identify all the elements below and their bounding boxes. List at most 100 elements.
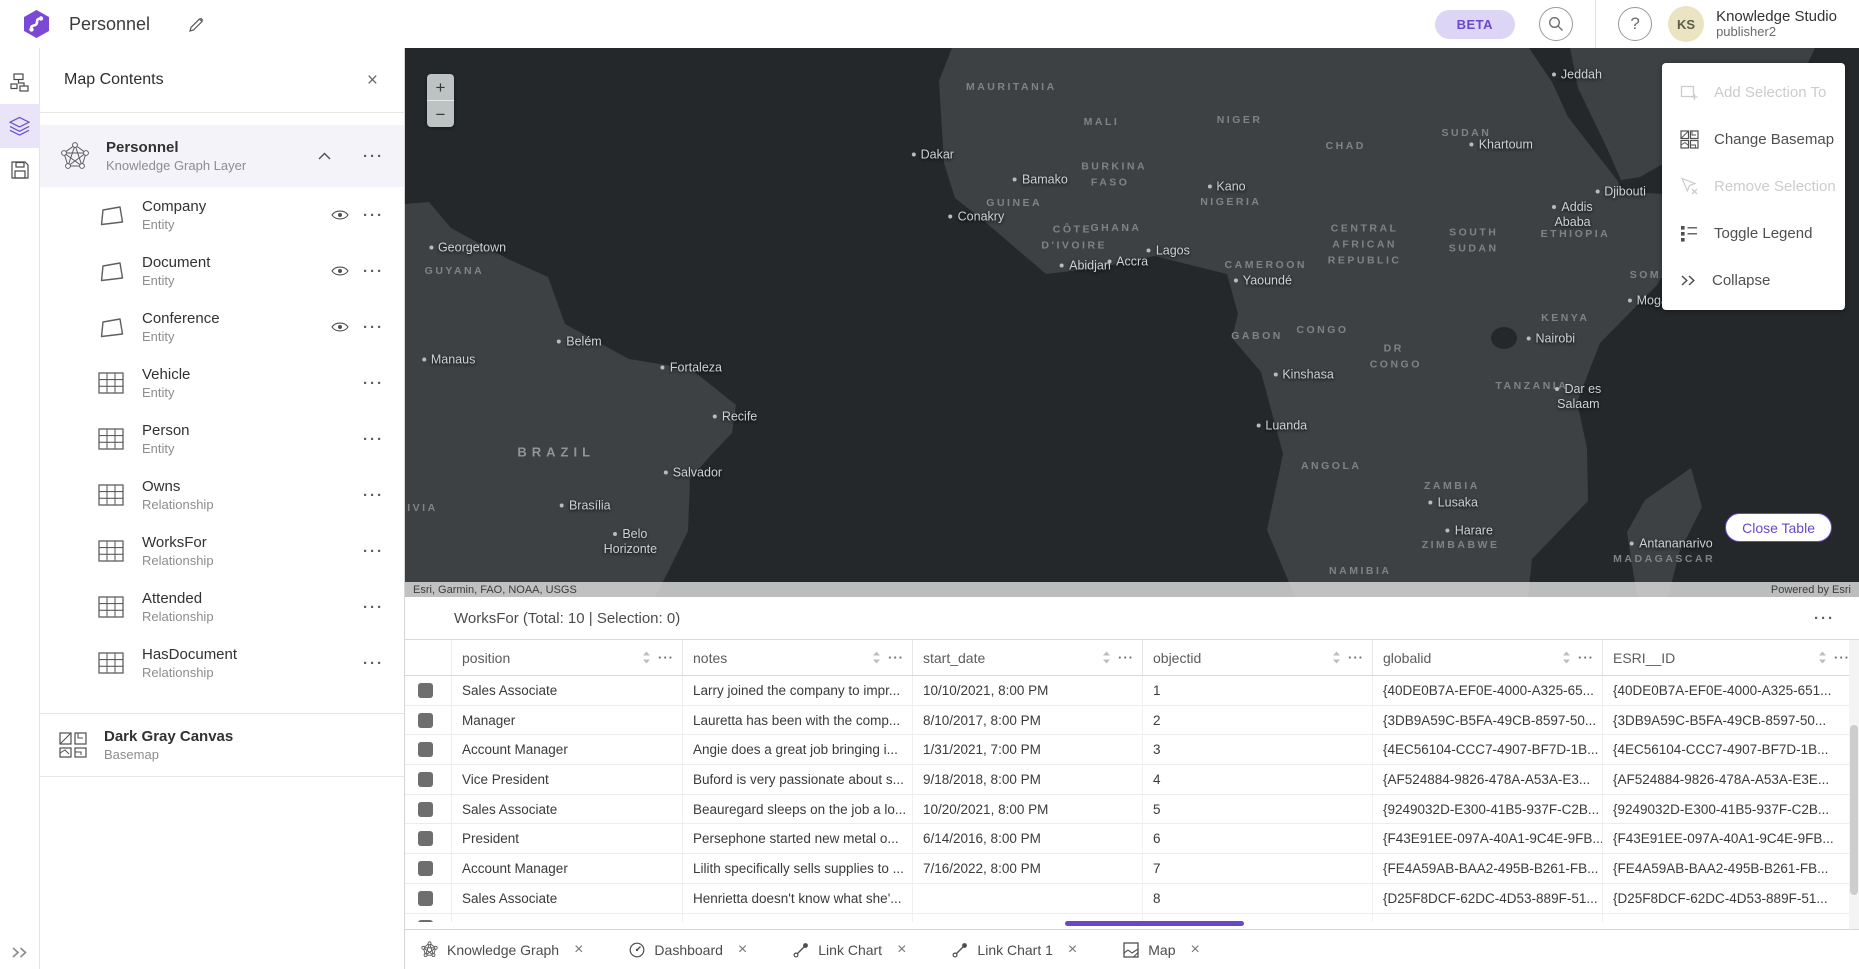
column-header[interactable]: objectid ··· [1143, 640, 1373, 675]
map-view[interactable]: MAURITANIAMALINIGERCHADSUDANBURKINA FASO… [405, 48, 1859, 597]
layer-list-item[interactable]: HasDocument Relationship ··· [40, 635, 404, 691]
layer-options-button[interactable]: ··· [357, 146, 390, 167]
row-checkbox[interactable] [418, 772, 433, 787]
ellipsis-icon: ··· [363, 375, 384, 392]
row-checkbox[interactable] [418, 683, 433, 698]
cell-position: Account Manager [452, 735, 683, 764]
column-options-button[interactable]: ··· [656, 650, 676, 665]
row-checkbox[interactable] [418, 742, 433, 757]
sort-icon[interactable] [1562, 651, 1571, 664]
layer-list-item[interactable]: Conference Entity ··· [40, 299, 404, 355]
column-options-button[interactable]: ··· [886, 650, 906, 665]
edit-title-button[interactable] [186, 14, 207, 35]
layer-list-item[interactable]: Vehicle Entity ··· [40, 355, 404, 411]
view-tab[interactable]: Link Chart × [793, 941, 912, 959]
column-options-button[interactable]: ··· [1116, 650, 1136, 665]
vertical-scrollbar-thumb[interactable] [1850, 725, 1858, 895]
menu-item: Add Selection To [1662, 69, 1845, 116]
cell-globalid: {D25F8DCF-62DC-4D53-889F-51... [1373, 884, 1603, 913]
close-panel-button[interactable]: × [361, 70, 384, 91]
table-vertical-scrollbar[interactable] [1849, 640, 1859, 929]
search-button[interactable] [1539, 7, 1573, 41]
view-tab[interactable]: Dashboard × [629, 941, 753, 959]
toggle-visibility-button[interactable] [323, 265, 357, 277]
view-tab[interactable]: Knowledge Graph × [421, 941, 589, 959]
close-tab-button[interactable]: × [891, 941, 912, 959]
layer-list-item[interactable]: Attended Relationship ··· [40, 579, 404, 635]
close-tab-button[interactable]: × [732, 941, 753, 959]
layer-item-options-button[interactable]: ··· [357, 541, 390, 562]
layer-subtitle: Knowledge Graph Layer [106, 158, 318, 173]
close-tab-button[interactable]: × [1062, 941, 1083, 959]
cell-position: Marketing [452, 914, 683, 922]
close-tab-button[interactable]: × [1184, 941, 1205, 959]
column-header[interactable]: start_date ··· [913, 640, 1143, 675]
view-tab[interactable]: Link Chart 1 × [952, 941, 1083, 959]
column-header[interactable]: notes ··· [683, 640, 913, 675]
row-checkbox[interactable] [418, 802, 433, 817]
close-table-button[interactable]: Close Table [1725, 513, 1832, 542]
layer-list-item[interactable]: Company Entity ··· [40, 187, 404, 243]
map-city-label: Harare [1446, 524, 1493, 539]
sort-icon[interactable] [1332, 651, 1341, 664]
layer-item-options-button[interactable]: ··· [357, 205, 390, 226]
collapse-layer-button[interactable] [318, 152, 331, 160]
menu-item[interactable]: Change Basemap [1662, 116, 1845, 163]
row-checkbox[interactable] [418, 831, 433, 846]
knowledge-graph-layer-row[interactable]: Personnel Knowledge Graph Layer ··· [40, 125, 404, 187]
rail-item-save[interactable] [0, 148, 40, 192]
close-tab-button[interactable]: × [568, 941, 589, 959]
column-header[interactable]: position ··· [452, 640, 683, 675]
toggle-visibility-button[interactable] [323, 209, 357, 221]
layer-item-options-button[interactable]: ··· [357, 485, 390, 506]
column-header[interactable]: globalid ··· [1373, 640, 1603, 675]
map-city-label: Fortaleza [661, 360, 722, 375]
toggle-visibility-button[interactable] [323, 321, 357, 333]
city-dot-marker [1107, 260, 1111, 264]
row-checkbox[interactable] [418, 861, 433, 876]
layers-icon [9, 116, 30, 136]
zoom-out-button[interactable]: − [427, 101, 454, 127]
column-options-button[interactable]: ··· [1576, 650, 1596, 665]
column-header[interactable]: ESRI__ID ··· [1603, 640, 1859, 675]
row-checkbox[interactable] [418, 891, 433, 906]
ellipsis-icon: ··· [363, 263, 384, 280]
layer-item-options-button[interactable]: ··· [357, 429, 390, 450]
cell-esri-id: {FE4A59AB-BAA2-495B-B261-FB... [1603, 854, 1859, 883]
layer-item-options-button[interactable]: ··· [357, 653, 390, 674]
map-city-label: Jeddah [1552, 67, 1602, 82]
layer-item-options-button[interactable]: ··· [357, 373, 390, 394]
menu-item[interactable]: Toggle Legend [1662, 210, 1845, 257]
rail-item-layers[interactable] [0, 104, 40, 148]
rail-item-data-model[interactable] [0, 60, 40, 104]
search-icon [1548, 16, 1564, 32]
layer-list-item[interactable]: Owns Relationship ··· [40, 467, 404, 523]
zoom-in-button[interactable]: + [427, 74, 454, 100]
layer-item-options-button[interactable]: ··· [357, 597, 390, 618]
menu-item-label: Collapse [1712, 272, 1770, 289]
avatar[interactable]: KS [1668, 6, 1704, 42]
column-options-button[interactable]: ··· [1346, 650, 1366, 665]
expand-panel-button[interactable] [11, 946, 29, 959]
sort-icon[interactable] [872, 651, 881, 664]
sort-icon[interactable] [1102, 651, 1111, 664]
layer-item-options-button[interactable]: ··· [357, 317, 390, 338]
layer-list-item[interactable]: WorksFor Relationship ··· [40, 523, 404, 579]
table-row: President Persephone started new metal o… [405, 824, 1859, 854]
city-dot-marker [1446, 529, 1450, 533]
table-options-button[interactable]: ··· [1808, 608, 1841, 629]
sort-icon[interactable] [1818, 651, 1827, 664]
layer-item-options-button[interactable]: ··· [357, 261, 390, 282]
row-checkbox[interactable] [418, 713, 433, 728]
sort-icon[interactable] [642, 651, 651, 664]
basemap-row[interactable]: Dark Gray Canvas Basemap [40, 713, 404, 777]
menu-item[interactable]: Collapse [1662, 257, 1845, 304]
row-checkbox[interactable] [418, 920, 433, 921]
help-button[interactable]: ? [1618, 7, 1652, 41]
layer-list-item[interactable]: Document Entity ··· [40, 243, 404, 299]
user-name: publisher2 [1716, 25, 1837, 40]
horizontal-scrollbar-thumb[interactable] [1065, 921, 1244, 926]
layer-list-item[interactable]: Person Entity ··· [40, 411, 404, 467]
view-tab[interactable]: Map × [1123, 941, 1206, 959]
user-block[interactable]: Knowledge Studio publisher2 [1716, 8, 1837, 40]
